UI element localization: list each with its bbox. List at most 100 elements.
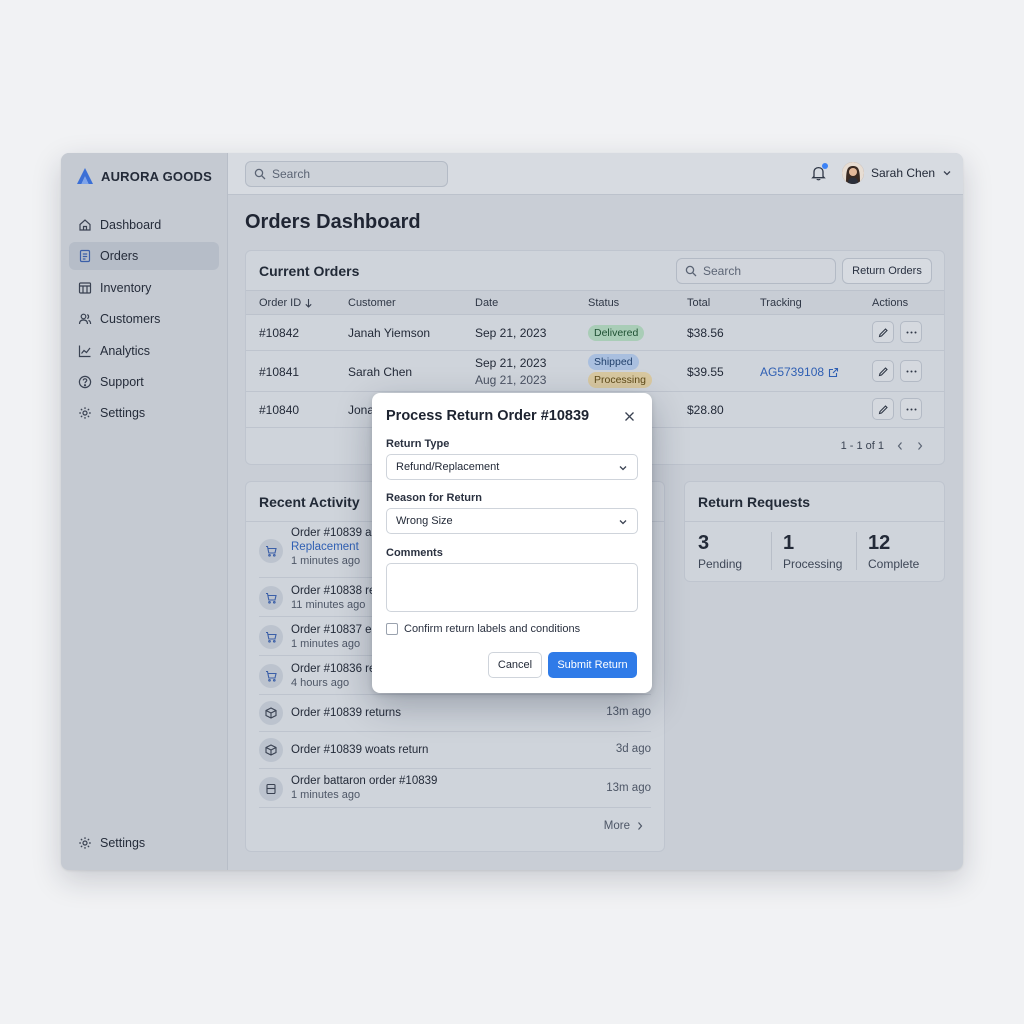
page-title: Orders Dashboard (245, 211, 421, 233)
activity-time: 1 minutes ago (291, 789, 361, 801)
current-orders-title: Current Orders (259, 263, 360, 279)
sort-arrow-icon (304, 298, 313, 308)
user-menu[interactable]: Sarah Chen (842, 162, 952, 184)
activity-title: Order #10839 woats return (291, 744, 429, 756)
order-id: #10842 (259, 326, 300, 340)
home-icon (78, 218, 92, 232)
pencil-icon (878, 404, 889, 415)
activity-link[interactable]: Replacement (291, 540, 372, 554)
sidebar-item-label: Inventory (100, 280, 152, 295)
column-header-customer[interactable]: Customer (348, 297, 396, 309)
return-type-select[interactable]: Refund/Replacement (386, 454, 638, 480)
sidebar-item-customers[interactable]: Customers (69, 305, 219, 333)
sidebar-item-dashboard[interactable]: Dashboard (69, 211, 219, 239)
return-orders-button[interactable]: Return Orders (842, 258, 932, 284)
ellipsis-icon (906, 331, 917, 334)
sidebar-item-settings-bottom[interactable]: Settings (69, 829, 219, 857)
stat-complete[interactable]: 12 Complete (868, 532, 919, 571)
sidebar-item-orders[interactable]: Orders (69, 242, 219, 271)
brand-name: AURORA GOODS (101, 168, 212, 184)
notification-dot (822, 163, 828, 169)
chevron-down-icon (942, 168, 952, 178)
activity-title: Order #10839 returns (291, 707, 401, 719)
cancel-button[interactable]: Cancel (488, 652, 542, 678)
sidebar-item-settings[interactable]: Settings (69, 399, 219, 427)
sidebar-item-inventory[interactable]: Inventory (69, 274, 219, 302)
global-search-input[interactable]: Search (245, 161, 448, 187)
brand[interactable]: AURORA GOODS (76, 167, 212, 185)
chevron-down-icon (618, 517, 628, 527)
column-header-total[interactable]: Total (687, 297, 710, 309)
orders-search-input[interactable]: Search (676, 258, 836, 284)
sidebar-item-label: Settings (100, 406, 146, 421)
activity-time: 1 minutes ago (291, 638, 361, 650)
chart-icon (78, 344, 92, 358)
activity-time: 13m ago (606, 706, 651, 718)
activity-title: Order #10837 e (291, 624, 372, 636)
chevron-right-icon[interactable] (916, 441, 924, 451)
order-date: Sep 21, 2023 (475, 326, 547, 340)
table-row[interactable]: #10841 Sarah Chen Sep 21, 2023 Aug 21, 2… (246, 351, 944, 392)
pencil-icon (878, 366, 889, 377)
stat-label: Complete (868, 557, 920, 571)
more-options-button[interactable] (900, 398, 922, 420)
activity-time: 1 minutes ago (291, 555, 361, 567)
gear-icon (78, 406, 92, 420)
comments-label: Comments (386, 547, 443, 559)
more-link[interactable]: More (604, 820, 644, 832)
external-link-icon (828, 367, 839, 378)
order-id: #10840 (259, 403, 300, 417)
stat-pending[interactable]: 3 Pending (698, 532, 742, 571)
select-value: Refund/Replacement (396, 461, 500, 473)
column-header-order-id[interactable]: Order ID (259, 297, 313, 309)
orders-table-header: Order ID Customer Date Status Total Trac… (246, 290, 944, 315)
chevron-left-icon[interactable] (896, 441, 904, 451)
comments-textarea[interactable] (386, 563, 638, 612)
search-icon (685, 265, 697, 277)
tracking-link[interactable]: AG5739108 (760, 365, 839, 379)
list-item[interactable]: Order #10839 returns 13m ago (259, 695, 651, 732)
reason-select[interactable]: Wrong Size (386, 508, 638, 534)
document-icon (78, 249, 92, 263)
activity-time: 11 minutes ago (291, 599, 366, 611)
list-item[interactable]: Order battaron order #10839 1 minutes ag… (259, 769, 651, 808)
column-header-actions: Actions (872, 297, 909, 309)
sidebar-item-label: Orders (100, 249, 139, 264)
pencil-icon (878, 327, 889, 338)
gear-icon (78, 836, 92, 850)
activity-time: 4 hours ago (291, 677, 350, 689)
more-options-button[interactable] (900, 360, 922, 382)
inventory-icon (78, 281, 92, 295)
confirm-checkbox[interactable] (386, 623, 398, 635)
stat-value: 12 (868, 532, 891, 554)
submit-return-button[interactable]: Submit Return (548, 652, 637, 678)
list-item[interactable]: Order #10839 woats return 3d ago (259, 732, 651, 769)
confirm-checkbox-row[interactable]: Confirm return labels and conditions (386, 623, 580, 635)
table-row[interactable]: #10842 Janah Yiemson Sep 21, 2023 Delive… (246, 315, 944, 351)
pagination-label: 1 - 1 of 1 (840, 440, 884, 452)
activity-title: Order #10839 a (291, 527, 372, 539)
return-type-label: Return Type (386, 438, 450, 450)
stat-processing[interactable]: 1 Processing (783, 532, 842, 571)
help-icon (78, 375, 92, 389)
edit-order-button[interactable] (872, 321, 894, 343)
select-value: Wrong Size (396, 515, 453, 527)
sidebar-item-support[interactable]: Support (69, 368, 219, 396)
stat-value: 1 (783, 532, 795, 554)
edit-order-button[interactable] (872, 398, 894, 420)
close-icon[interactable] (624, 411, 635, 422)
sidebar-item-label: Dashboard (100, 218, 162, 232)
edit-order-button[interactable] (872, 360, 894, 382)
column-header-status[interactable]: Status (588, 297, 619, 309)
sidebar-item-analytics[interactable]: Analytics (69, 337, 219, 365)
divider (771, 532, 772, 570)
column-header-tracking[interactable]: Tracking (760, 297, 802, 309)
activity-title: Order #10838 re (291, 585, 376, 597)
avatar (842, 162, 864, 184)
more-options-button[interactable] (900, 321, 922, 343)
column-header-date[interactable]: Date (475, 297, 498, 309)
stat-label: Processing (783, 557, 843, 571)
divider (856, 532, 857, 570)
stat-label: Pending (698, 557, 743, 571)
cart-icon (259, 586, 283, 610)
